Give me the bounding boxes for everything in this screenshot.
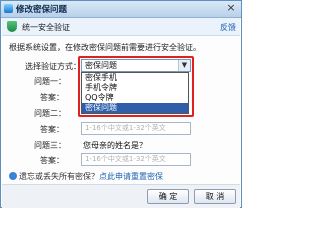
question-3-label: 问题三： (34, 141, 66, 150)
shield-icon (7, 21, 17, 32)
title-bar: 修改密保问题 × (1, 1, 241, 18)
window-title: 修改密保问题 (16, 5, 68, 15)
highlight-box (78, 56, 194, 117)
answer-1-label: 答案： (40, 93, 64, 102)
answer-3-input[interactable]: 1-16个中文或1-32个英文 (81, 153, 191, 166)
dialog-footer: 确 定 取 消 (2, 184, 240, 208)
cancel-button[interactable]: 取 消 (194, 189, 236, 204)
reset-hint: 遗忘或丢失所有密保？点此申请重置密保 (9, 171, 163, 182)
reset-link[interactable]: 点此申请重置密保 (99, 172, 163, 181)
info-icon (9, 172, 17, 180)
reset-hint-text: 遗忘或丢失所有密保？ (19, 172, 99, 181)
banner-title: 统一安全验证 (22, 23, 70, 32)
answer-2-input[interactable]: 1-16个中文或1-32个英文 (81, 122, 191, 135)
answer-3-label: 答案： (40, 156, 64, 165)
verify-method-label: 选择验证方式： (25, 62, 81, 71)
question-1-label: 问题一： (34, 77, 66, 86)
feedback-link[interactable]: 反馈 (220, 22, 236, 33)
ok-button[interactable]: 确 定 (147, 189, 189, 204)
close-icon[interactable]: × (225, 2, 237, 14)
app-icon (4, 4, 13, 13)
question-3-text: 您母亲的姓名是？ (83, 141, 147, 150)
security-banner: 统一安全验证 反馈 (2, 18, 240, 36)
dialog-window: 修改密保问题 × 统一安全验证 反馈 根据系统设置，在修改密保问题前需要进行安全… (0, 0, 242, 208)
question-2-label: 问题二： (34, 109, 66, 118)
answer-2-label: 答案： (40, 125, 64, 134)
intro-text: 根据系统设置，在修改密保问题前需要进行安全验证。 (9, 43, 201, 52)
